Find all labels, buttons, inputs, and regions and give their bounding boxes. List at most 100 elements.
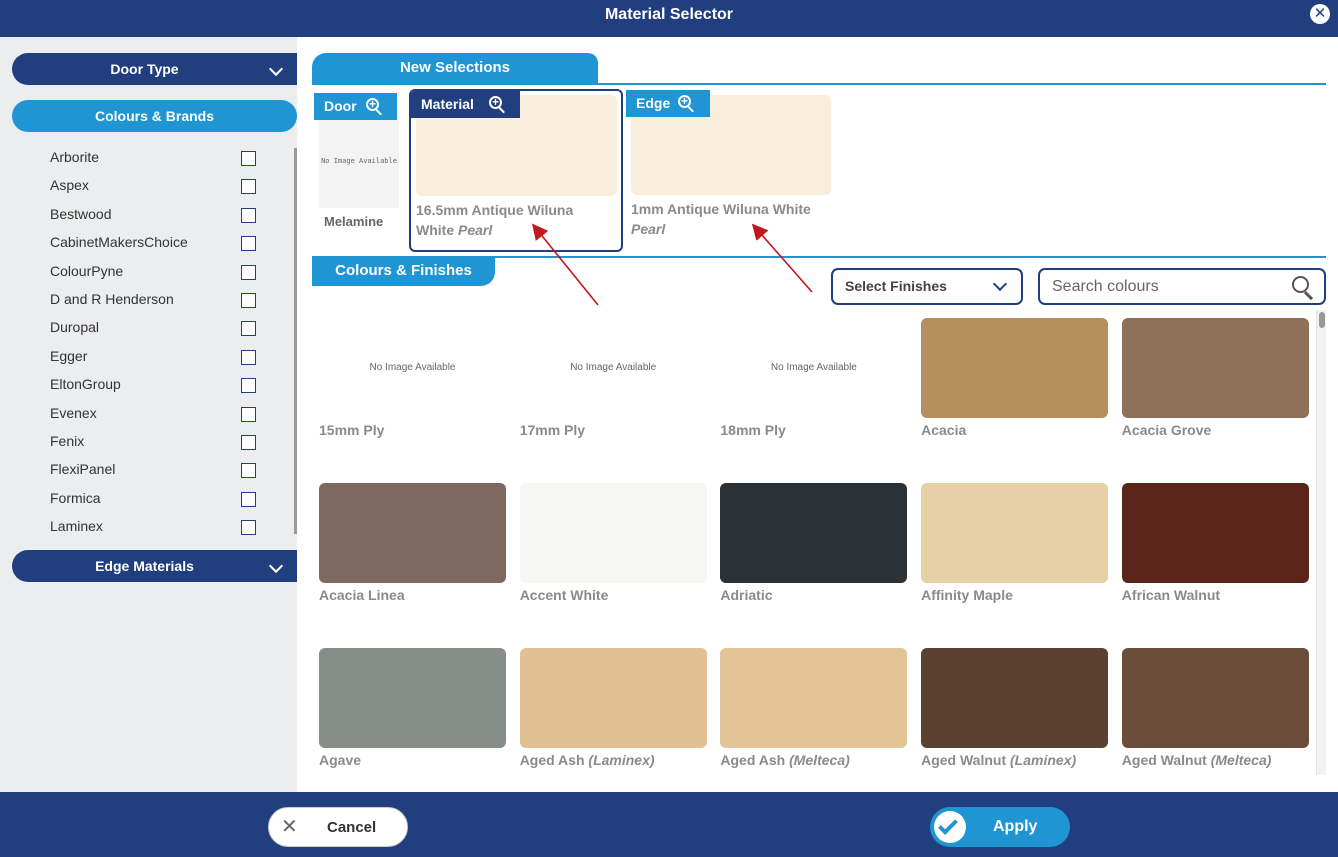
no-image-text: No Image Available (369, 362, 456, 373)
brand-label: EltonGroup (50, 376, 121, 393)
colour-tile[interactable]: Accent White (514, 477, 707, 637)
brand-checkbox[interactable] (241, 179, 256, 195)
no-image-text: No Image Available (770, 362, 857, 373)
door-tag: Door + (314, 93, 397, 120)
grid-scrollbar[interactable] (1316, 310, 1326, 775)
material-name-text: 16.5mm Antique Wiluna White (416, 202, 574, 238)
brand-item[interactable]: Evenex (50, 399, 270, 427)
select-finishes-dropdown[interactable]: Select Finishes (831, 268, 1023, 305)
cancel-button[interactable]: ✕ Cancel (268, 807, 408, 847)
door-name: Melamine (324, 214, 384, 229)
brand-checkbox[interactable] (241, 151, 256, 166)
zoom-in-icon[interactable]: + (489, 96, 506, 114)
colour-swatch (319, 648, 506, 748)
brand-item[interactable]: Bestwood (50, 200, 270, 228)
colour-tile[interactable]: Aged Walnut (Melteca) (1116, 642, 1309, 790)
colour-grid: No Image Available 15mm Ply No Image Avail… (313, 312, 1313, 790)
brand-checkbox[interactable] (241, 378, 256, 394)
close-icon[interactable]: ✕ (1310, 4, 1330, 24)
brand-item[interactable]: FlexiPanel (50, 455, 270, 483)
search-input[interactable] (1052, 276, 1292, 298)
brand-item[interactable]: D and R Henderson (50, 285, 270, 313)
brand-item[interactable]: CabinetMakersChoice (50, 228, 270, 256)
brand-checkbox[interactable] (241, 520, 256, 536)
brand-item[interactable]: EltonGroup (50, 370, 270, 398)
brand-checkbox[interactable] (241, 406, 256, 422)
colour-tile[interactable]: Affinity Maple (915, 477, 1109, 637)
colour-swatch (519, 648, 707, 748)
colour-finish: (Melteca) (789, 752, 850, 768)
colour-tile[interactable]: Aged Ash (Laminex) (514, 642, 707, 790)
brand-checkbox[interactable] (241, 435, 256, 450)
door-type-label: Door Type (110, 61, 179, 77)
zoom-in-icon[interactable]: + (678, 95, 695, 113)
colour-tile[interactable]: No Image Available 17mm Ply (514, 312, 702, 472)
no-image-text: No Image Available (570, 362, 657, 373)
colour-name: 15mm Ply (319, 422, 519, 438)
edge-selection-card[interactable]: Edge + 1mm Antique Wiluna White Pearl (626, 89, 836, 249)
brand-checkbox[interactable] (241, 491, 256, 507)
colours-brands-accordion[interactable]: Colours & Brands (12, 100, 297, 132)
colour-name-text: Affinity Maple (921, 587, 1013, 603)
brand-item[interactable]: Aspex (50, 171, 270, 199)
brand-checkbox[interactable] (241, 349, 256, 365)
colour-tile[interactable]: Agave (313, 642, 506, 790)
colour-tile[interactable]: Acacia (915, 312, 1109, 472)
brand-checkbox[interactable] (241, 463, 256, 479)
colour-name-text: African Walnut (1121, 587, 1221, 603)
colour-name-text: Agave (319, 752, 362, 768)
colour-finish: (Laminex) (588, 752, 655, 768)
colour-name: Acacia (921, 422, 1121, 438)
colour-name: Acacia Grove (1122, 422, 1313, 438)
edge-materials-accordion[interactable]: Edge Materials (12, 550, 297, 582)
window-title: Material Selector (604, 6, 734, 23)
brand-label: Formica (50, 489, 101, 506)
door-image: No Image Available (319, 119, 399, 208)
brand-item[interactable]: ColourPyne (50, 257, 270, 285)
brand-item[interactable]: Fenix (50, 427, 270, 455)
colour-name-text: Adriatic (720, 587, 773, 603)
scrollbar-thumb[interactable] (1319, 312, 1325, 328)
colour-tile[interactable]: Aged Walnut (Laminex) (915, 642, 1109, 790)
colour-tile[interactable]: No Image Available 18mm Ply (714, 312, 902, 472)
brand-item[interactable]: Egger (50, 342, 270, 370)
brand-item[interactable]: Duropal (50, 313, 270, 341)
apply-button[interactable]: Apply (930, 807, 1070, 847)
colour-name-text: Accent White (519, 587, 609, 603)
colour-tile[interactable]: No Image Available 15mm Ply (313, 312, 501, 472)
brand-checkbox[interactable] (241, 264, 256, 280)
sidebar-scrollbar[interactable] (294, 148, 297, 534)
door-type-accordion[interactable]: Door Type (12, 53, 297, 85)
colour-tile[interactable]: African Walnut (1116, 477, 1309, 637)
material-selection-card[interactable]: Material + 16.5mm Antique Wiluna White P… (409, 89, 623, 252)
colour-swatch (519, 483, 707, 583)
colour-name-text: 18mm Ply (720, 422, 786, 438)
apply-label: Apply (993, 818, 1038, 835)
material-tag-label: Material (421, 96, 474, 112)
brand-checkbox[interactable] (241, 293, 256, 308)
brand-checkbox[interactable] (241, 321, 256, 337)
colour-name: Accent White (520, 587, 720, 603)
zoom-in-icon[interactable]: + (366, 98, 383, 116)
brand-label: Egger (50, 347, 88, 364)
brand-label: FlexiPanel (50, 461, 116, 478)
brand-checkbox[interactable] (241, 207, 256, 223)
brand-item[interactable]: Arborite (50, 143, 270, 171)
colour-tile[interactable]: Acacia Grove (1116, 312, 1309, 472)
brand-item[interactable]: Formica (50, 484, 270, 512)
edge-name: 1mm Antique Wiluna White Pearl (631, 199, 831, 239)
brand-item[interactable]: Laminex (50, 512, 270, 540)
brand-checkbox[interactable] (241, 236, 256, 252)
search-colours-field[interactable] (1038, 268, 1326, 305)
brand-label: Duropal (50, 319, 100, 336)
search-icon[interactable] (1292, 276, 1316, 301)
colour-name: Aged Ash (Laminex) (520, 752, 720, 768)
colour-swatch (921, 318, 1109, 418)
colour-swatch (319, 483, 506, 583)
door-selection-card[interactable]: No Image Available Door + Melamine (314, 93, 404, 233)
colour-tile[interactable]: Aged Ash (Melteca) (714, 642, 908, 790)
tab-new-selections: New Selections (312, 53, 598, 85)
tab-colours-finishes: Colours & Finishes (312, 257, 495, 286)
colour-tile[interactable]: Acacia Linea (313, 477, 506, 637)
colour-tile[interactable]: Adriatic (714, 477, 908, 637)
